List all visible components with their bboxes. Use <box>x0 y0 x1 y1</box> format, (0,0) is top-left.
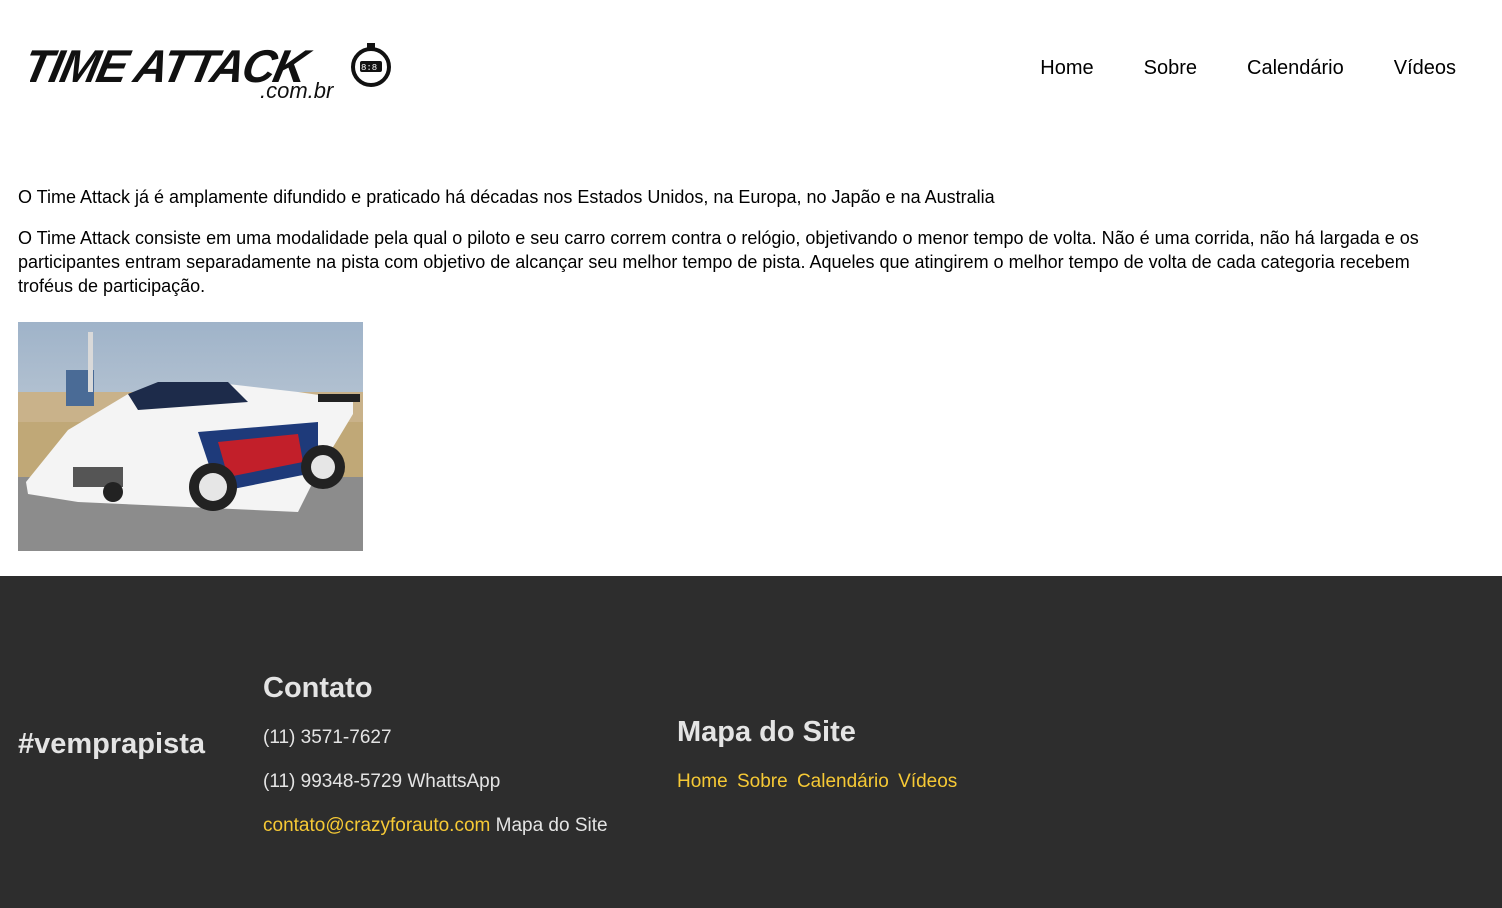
logo-sub-text: .com.br <box>260 78 335 102</box>
mapa-title: Mapa do Site <box>677 716 856 748</box>
description-paragraph: O Time Attack consiste em uma modalidade… <box>18 228 1419 296</box>
nav-home[interactable]: Home <box>1040 57 1093 80</box>
mapa-link-videos[interactable]: Vídeos <box>898 771 957 792</box>
mapa-link-sobre[interactable]: Sobre <box>737 771 788 792</box>
main-nav: Home Sobre Calendário Vídeos <box>1040 57 1456 80</box>
intro-paragraph: O Time Attack já é amplamente difundido … <box>18 187 995 207</box>
nav-videos[interactable]: Vídeos <box>1394 57 1456 80</box>
main-content: O Time Attack já é amplamente difundido … <box>18 185 1468 315</box>
race-car-image <box>18 322 363 551</box>
email-suffix: Mapa do Site <box>495 815 608 836</box>
time-attack-logo-icon: TIME ATTACK .com.br 8:8 <box>30 40 391 102</box>
nav-sobre[interactable]: Sobre <box>1144 57 1197 80</box>
svg-text:8:8: 8:8 <box>361 63 377 73</box>
site-header: TIME ATTACK .com.br 8:8 Home Sobre Calen… <box>0 0 1502 140</box>
email-link[interactable]: contato@crazyforauto.com <box>263 815 490 836</box>
site-logo[interactable]: TIME ATTACK .com.br 8:8 <box>30 40 392 102</box>
site-footer: #vemprapista Contato (11) 3571-7627 (11)… <box>0 576 1502 908</box>
footer-mapa: Mapa do Site Home Sobre Calendário Vídeo… <box>677 716 961 793</box>
email-line: contato@crazyforauto.com Mapa do Site <box>263 815 608 837</box>
mapa-link-calendario[interactable]: Calendário <box>797 771 889 792</box>
phone-1: (11) 3571-7627 <box>263 727 392 748</box>
contato-title: Contato <box>263 672 373 704</box>
footer-tagline: #vemprapista <box>18 728 205 760</box>
footer-contato: Contato (11) 3571-7627 (11) 99348-5729 W… <box>263 672 608 837</box>
nav-calendario[interactable]: Calendário <box>1247 57 1344 80</box>
phone-2: (11) 99348-5729 WhattsApp <box>263 771 501 792</box>
mapa-links: Home Sobre Calendário Vídeos <box>677 771 961 793</box>
mapa-link-home[interactable]: Home <box>677 771 728 792</box>
